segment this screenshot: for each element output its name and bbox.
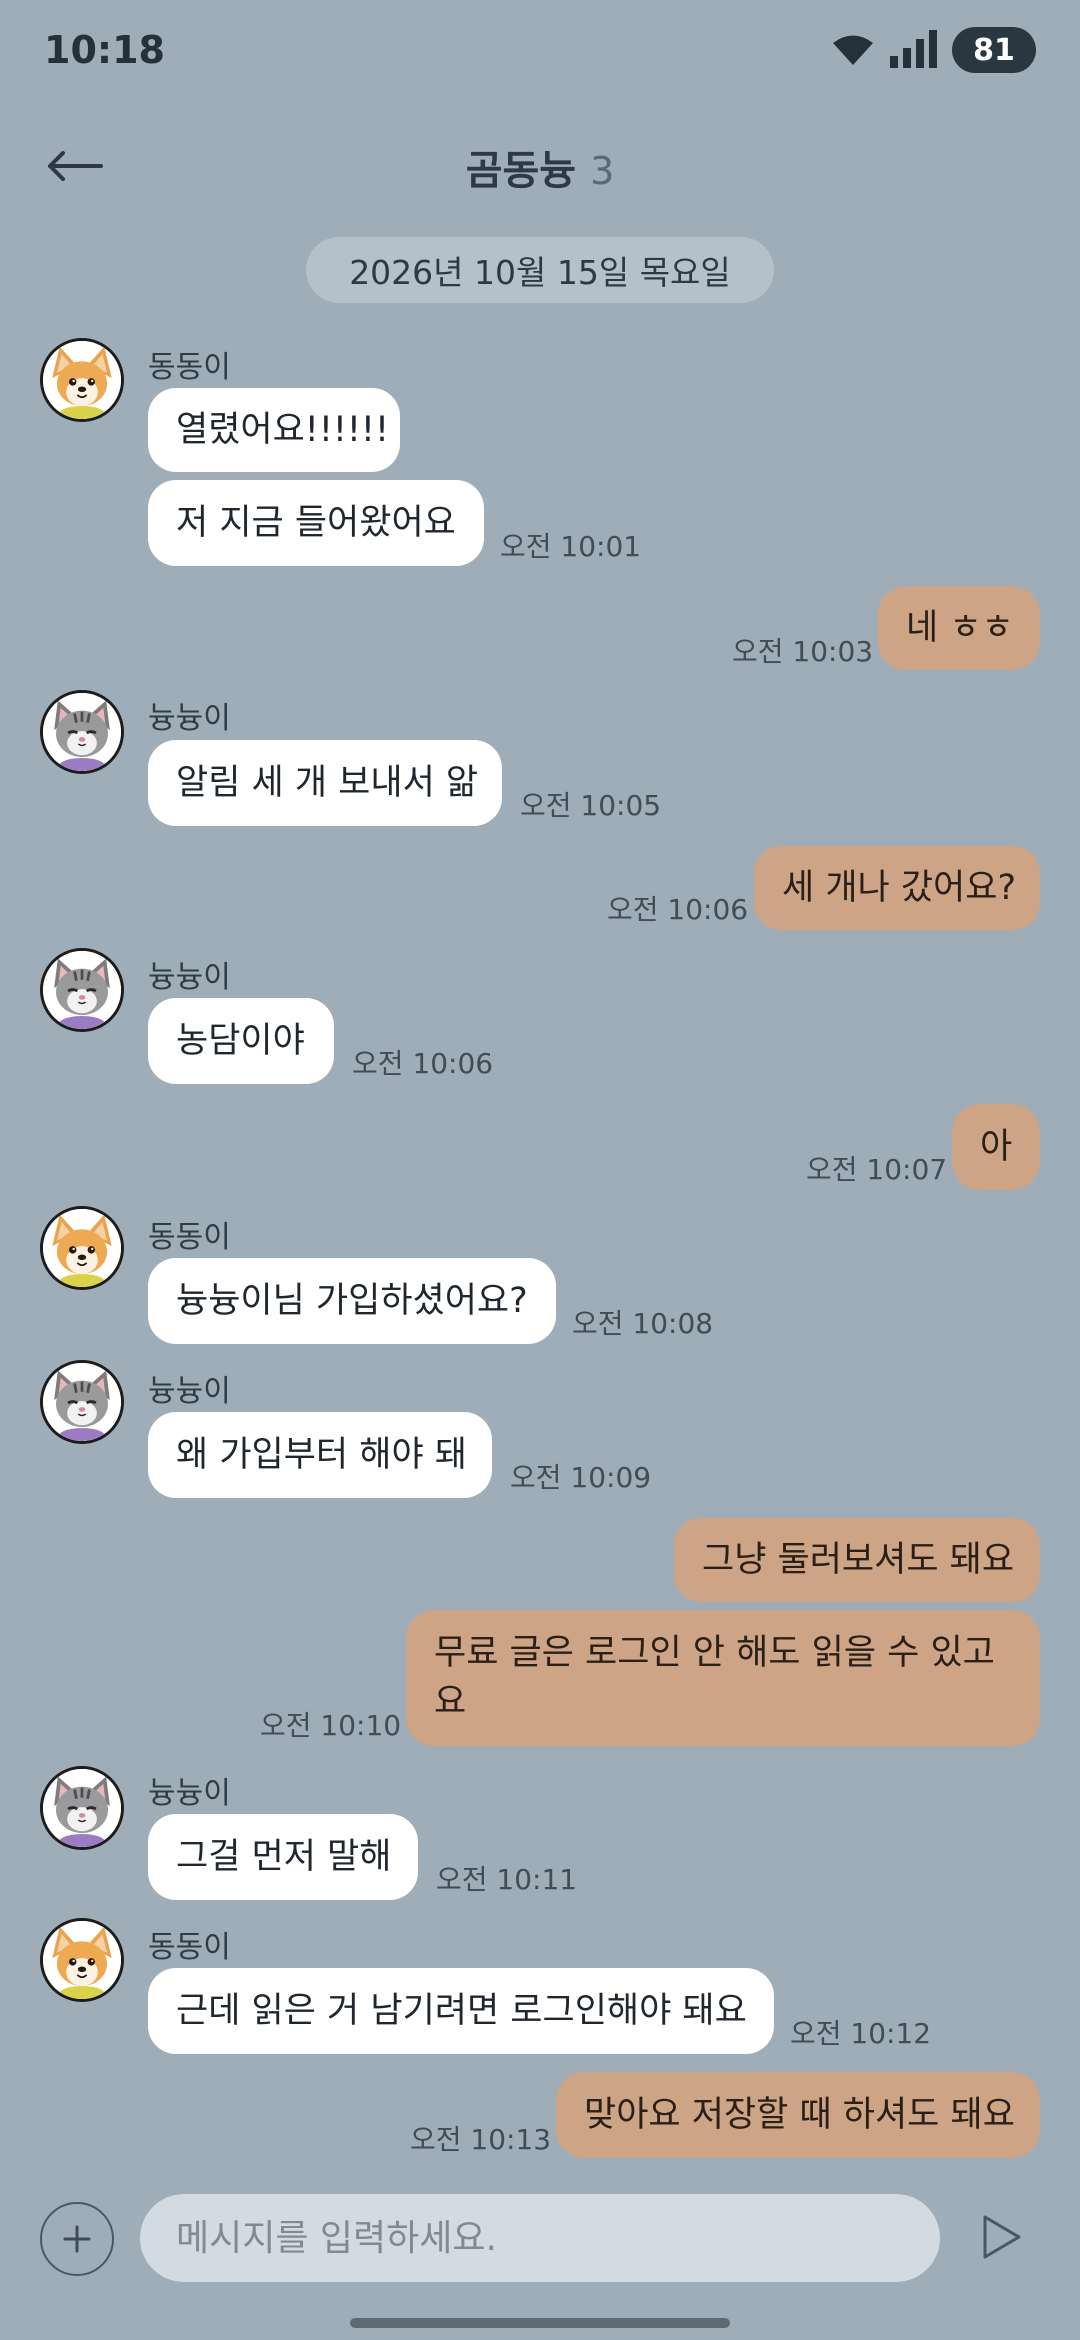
message-bubble-incoming[interactable]: 농담이야 — [148, 998, 334, 1084]
message-time: 오전 10:03 — [732, 635, 874, 668]
message-bubble-outgoing[interactable]: 아 — [952, 1104, 1040, 1190]
message-time: 오전 10:06 — [607, 893, 749, 926]
message-bubble-outgoing[interactable]: 그냥 둘러보셔도 돼요 — [674, 1518, 1040, 1602]
message-bubble-incoming[interactable]: 열렸어요!!!!!! — [148, 388, 400, 472]
avatar-cat[interactable] — [40, 1766, 124, 1850]
battery-level: 81 — [973, 32, 1015, 68]
message-bubble-outgoing[interactable]: 세 개나 갔어요? — [754, 846, 1040, 930]
message-time: 오전 10:10 — [260, 1709, 402, 1742]
sender-name: 늉늉이 — [148, 1374, 231, 1409]
status-bar: 10:18 81 — [0, 0, 1080, 100]
sender-name: 동동이 — [148, 1220, 231, 1255]
message-time: 오전 10:13 — [410, 2123, 552, 2156]
message-bubble-incoming[interactable]: 저 지금 들어왔어요 — [148, 480, 484, 566]
message-input[interactable] — [140, 2194, 940, 2282]
message-composer — [0, 2190, 1080, 2300]
signal-icon — [890, 30, 937, 68]
message-bubble-incoming[interactable]: 그걸 먼저 말해 — [148, 1814, 418, 1900]
avatar-cat[interactable] — [40, 1360, 124, 1444]
message-time: 오전 10:09 — [510, 1461, 652, 1494]
message-time: 오전 10:11 — [436, 1863, 578, 1896]
battery-icon: 81 — [952, 27, 1036, 73]
chat-header: 곰동늉 3 — [0, 110, 1080, 220]
sender-name: 늉늉이 — [148, 701, 231, 736]
chat-title: 곰동늉 — [465, 148, 577, 194]
message-time: 오전 10:07 — [806, 1153, 948, 1186]
attach-button[interactable] — [40, 2202, 114, 2276]
date-divider: 2026년 10월 15일 목요일 — [306, 237, 774, 303]
message-bubble-incoming[interactable]: 왜 가입부터 해야 돼 — [148, 1412, 492, 1498]
wifi-icon — [833, 35, 873, 65]
chat-title-group: 곰동늉 3 — [0, 138, 1080, 196]
member-count: 3 — [590, 149, 615, 193]
sender-name: 동동이 — [148, 1930, 231, 1965]
sender-name: 늉늉이 — [148, 960, 231, 995]
avatar-dog[interactable] — [40, 1918, 124, 2002]
send-icon — [983, 2215, 1021, 2259]
avatar-cat[interactable] — [40, 690, 124, 774]
plus-icon — [63, 2225, 91, 2253]
sender-name: 늉늉이 — [148, 1776, 231, 1811]
status-time: 10:18 — [44, 28, 165, 72]
home-indicator[interactable] — [350, 2318, 730, 2328]
message-time: 오전 10:08 — [572, 1307, 714, 1340]
message-bubble-outgoing[interactable]: 맞아요 저장할 때 하셔도 돼요 — [556, 2072, 1040, 2158]
message-bubble-outgoing[interactable]: 네 ㅎㅎ — [878, 586, 1040, 670]
message-time: 오전 10:12 — [790, 2017, 932, 2050]
message-time: 오전 10:05 — [520, 789, 662, 822]
message-bubble-outgoing[interactable]: 무료 글은 로그인 안 해도 읽을 수 있고요 — [406, 1610, 1040, 1746]
message-time: 오전 10:01 — [500, 530, 642, 563]
sender-name: 동동이 — [148, 350, 231, 385]
message-bubble-incoming[interactable]: 근데 읽은 거 남기려면 로그인해야 돼요 — [148, 1968, 774, 2054]
avatar-dog[interactable] — [40, 1206, 124, 1290]
message-bubble-incoming[interactable]: 알림 세 개 보내서 앎 — [148, 740, 502, 826]
send-button[interactable] — [980, 2212, 1024, 2262]
avatar-dog[interactable] — [40, 338, 124, 422]
message-bubble-incoming[interactable]: 늉늉이님 가입하셨어요? — [148, 1258, 556, 1344]
message-time: 오전 10:06 — [352, 1047, 494, 1080]
avatar-cat[interactable] — [40, 948, 124, 1032]
